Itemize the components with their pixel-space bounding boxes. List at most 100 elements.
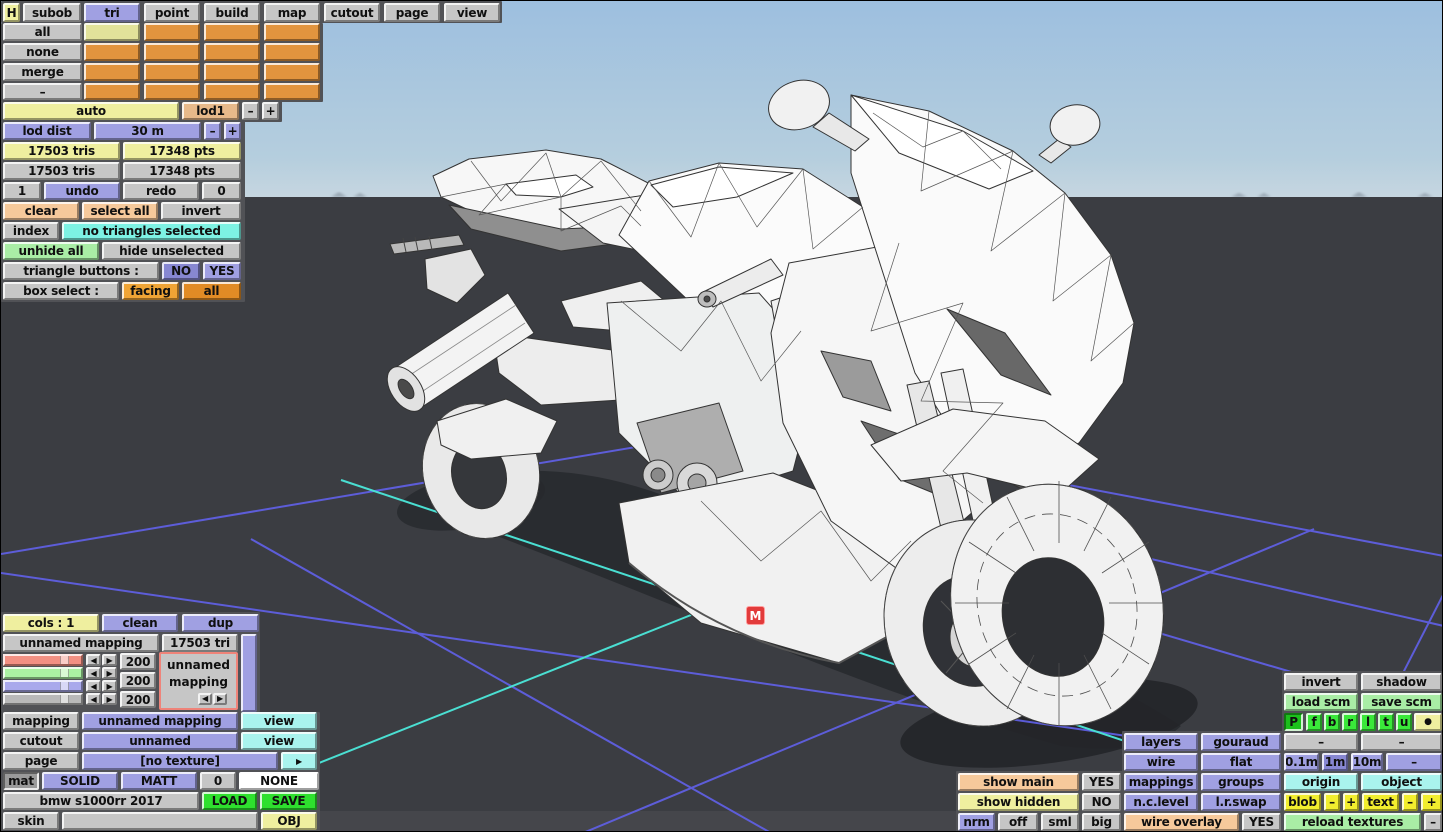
grid-dash-button[interactable]: – <box>1386 753 1442 771</box>
wire-overlay-value[interactable]: YES <box>1242 813 1281 831</box>
lod-minus-button[interactable]: – <box>242 102 259 120</box>
text-plus-button[interactable]: + <box>1421 793 1442 811</box>
mapping-view-button[interactable]: view <box>241 712 317 730</box>
invert-button[interactable]: invert <box>1284 673 1358 691</box>
selected-mapping-box[interactable]: unnamed mapping ◀ ▶ <box>159 652 238 710</box>
lrswap-button[interactable]: l.r.swap <box>1201 793 1281 811</box>
lod-dist-minus-button[interactable]: – <box>204 122 221 140</box>
channel-value-b[interactable]: 200 <box>120 691 156 708</box>
save-button[interactable]: SAVE <box>260 792 317 810</box>
nrm-off-button[interactable]: off <box>998 813 1038 831</box>
gray-decrement-button[interactable]: ◀ <box>86 693 101 705</box>
show-hidden-value[interactable]: NO <box>1082 793 1121 811</box>
red-decrement-button[interactable]: ◀ <box>86 654 101 666</box>
subob-cell[interactable] <box>144 43 200 61</box>
cutout-view-button[interactable]: view <box>241 732 317 750</box>
view-t-button[interactable]: t <box>1378 713 1394 731</box>
lod-plus-button[interactable]: + <box>262 102 279 120</box>
text-button[interactable]: text <box>1362 793 1399 811</box>
mat-solid-button[interactable]: SOLID <box>42 772 118 790</box>
blob-minus-button[interactable]: – <box>1324 793 1340 811</box>
lod-dist-value[interactable]: 30 m <box>94 122 201 140</box>
triangle-buttons-yes[interactable]: YES <box>203 262 241 280</box>
subob-cell[interactable] <box>144 83 200 100</box>
nrm-sml-button[interactable]: sml <box>1041 813 1079 831</box>
clear-button[interactable]: clear <box>3 202 79 220</box>
view-b-button[interactable]: b <box>1324 713 1340 731</box>
blob-button[interactable]: blob <box>1284 793 1321 811</box>
grid-0_1m-button[interactable]: 0.1m <box>1284 753 1319 771</box>
show-hidden-button[interactable]: show hidden <box>958 793 1079 811</box>
view-p-button[interactable]: P <box>1284 713 1303 731</box>
mapping-row-label[interactable]: mapping <box>3 712 79 730</box>
gray-increment-button[interactable]: ▶ <box>102 693 117 705</box>
nclevel-button[interactable]: n.c.level <box>1124 793 1198 811</box>
red-increment-button[interactable]: ▶ <box>102 654 117 666</box>
subob-cell[interactable] <box>84 63 140 81</box>
mapping-scrollbar[interactable] <box>241 634 257 712</box>
layers-dash1-button[interactable]: – <box>1284 733 1358 751</box>
page-row-label[interactable]: page <box>3 752 79 770</box>
view-l-button[interactable]: l <box>1360 713 1376 731</box>
file-name-field[interactable]: bmw s1000rr 2017 <box>3 792 199 810</box>
channel-value-r[interactable]: 200 <box>120 653 156 670</box>
green-decrement-button[interactable]: ◀ <box>86 667 101 679</box>
mapping-next-button[interactable]: ▶ <box>213 693 227 705</box>
obj-export-button[interactable]: OBJ <box>261 812 317 830</box>
blue-decrement-button[interactable]: ◀ <box>86 680 101 692</box>
tab-map[interactable]: map <box>264 3 320 22</box>
skin-name-field[interactable] <box>62 812 258 830</box>
subob-cell[interactable] <box>264 63 320 81</box>
view-dot-button[interactable]: ● <box>1414 713 1442 731</box>
subob-cell[interactable] <box>204 63 260 81</box>
shadow-button[interactable]: shadow <box>1361 673 1442 691</box>
select-all-button[interactable]: select all <box>82 202 158 220</box>
green-increment-button[interactable]: ▶ <box>102 667 117 679</box>
nrm-button[interactable]: nrm <box>958 813 995 831</box>
hide-unselected-button[interactable]: hide unselected <box>102 242 241 260</box>
gouraud-button[interactable]: gouraud <box>1201 733 1281 751</box>
index-button[interactable]: index <box>3 222 59 240</box>
subob-cell[interactable] <box>264 83 320 100</box>
grid-10m-button[interactable]: 10m <box>1351 753 1383 771</box>
flat-button[interactable]: flat <box>1201 753 1281 771</box>
subob-cell[interactable] <box>264 43 320 61</box>
color-slider-green[interactable] <box>3 667 83 679</box>
reload-dash-button[interactable]: – <box>1424 813 1442 831</box>
invert-selection-button[interactable]: invert <box>161 202 241 220</box>
subob-all-button[interactable]: all <box>3 23 82 41</box>
cutout-row-label[interactable]: cutout <box>3 732 79 750</box>
tab-point[interactable]: point <box>144 3 200 22</box>
lod-auto-button[interactable]: auto <box>3 102 179 120</box>
tab-subob[interactable]: subob <box>23 3 81 22</box>
show-main-value[interactable]: YES <box>1082 773 1121 791</box>
subob-cell[interactable] <box>204 43 260 61</box>
dup-button[interactable]: dup <box>182 614 259 632</box>
load-button[interactable]: LOAD <box>202 792 257 810</box>
subob-merge-button[interactable]: merge <box>3 63 82 81</box>
mapping-prev-button[interactable]: ◀ <box>198 693 212 705</box>
box-select-all[interactable]: all <box>182 282 241 300</box>
tab-view[interactable]: view <box>444 3 500 22</box>
clean-button[interactable]: clean <box>102 614 178 632</box>
save-scm-button[interactable]: save scm <box>1361 693 1442 711</box>
origin-button[interactable]: origin <box>1284 773 1358 791</box>
grid-1m-button[interactable]: 1m <box>1322 753 1348 771</box>
cutout-row-value[interactable]: unnamed <box>82 732 238 750</box>
view-u-button[interactable]: u <box>1396 713 1412 731</box>
box-select-facing[interactable]: facing <box>122 282 179 300</box>
redo-button[interactable]: redo <box>123 182 199 200</box>
tab-page[interactable]: page <box>384 3 440 22</box>
tab-build[interactable]: build <box>204 3 260 22</box>
text-minus-button[interactable]: – <box>1402 793 1418 811</box>
mat-matt-button[interactable]: MATT <box>121 772 197 790</box>
layers-dash2-button[interactable]: – <box>1361 733 1442 751</box>
lod-level-button[interactable]: lod1 <box>182 102 239 120</box>
wire-button[interactable]: wire <box>1124 753 1198 771</box>
blue-increment-button[interactable]: ▶ <box>102 680 117 692</box>
nrm-big-button[interactable]: big <box>1082 813 1121 831</box>
page-next-button[interactable]: ▶ <box>281 752 317 770</box>
object-button[interactable]: object <box>1361 773 1442 791</box>
subob-cell[interactable] <box>84 43 140 61</box>
view-f-button[interactable]: f <box>1306 713 1322 731</box>
